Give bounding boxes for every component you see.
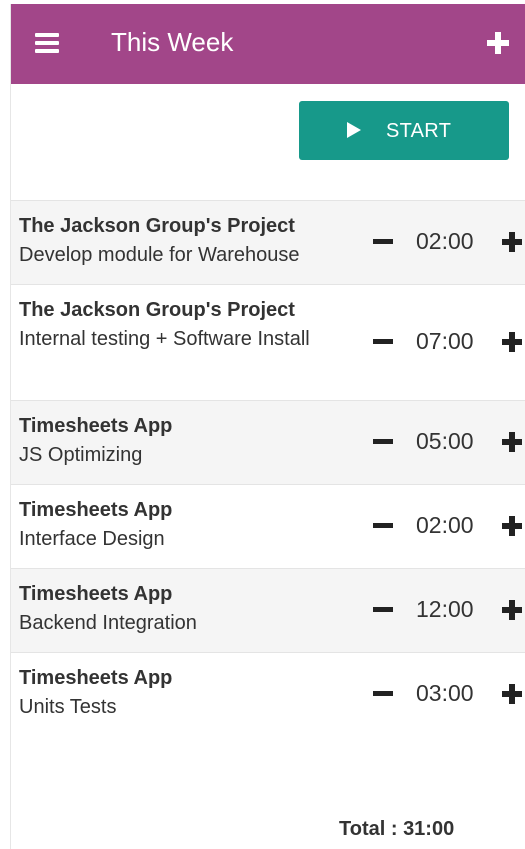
row-text: Timesheets App Units Tests (19, 665, 359, 724)
app-frame: This Week START The Jackson Group's Proj… (10, 4, 525, 849)
task-name: Backend Integration (19, 612, 197, 634)
timesheet-row[interactable]: Timesheets App JS Optimizing 05:00 (11, 401, 525, 485)
timesheet-list: The Jackson Group's Project Develop modu… (11, 200, 525, 737)
task-name: Internal testing + Software Install (19, 328, 310, 350)
project-name: The Jackson Group's Project (19, 215, 295, 237)
increment-hours-icon[interactable] (502, 332, 522, 352)
hours-value: 07:00 (416, 328, 474, 354)
add-entry-icon[interactable] (487, 32, 509, 54)
project-name: Timesheets App (19, 499, 173, 521)
decrement-hours-icon[interactable] (373, 439, 393, 444)
hours-value: 02:00 (416, 228, 474, 254)
increment-hours-icon[interactable] (502, 516, 522, 536)
decrement-hours-icon[interactable] (373, 691, 393, 696)
increment-hours-icon[interactable] (502, 600, 522, 620)
task-name: Interface Design (19, 528, 165, 550)
app-header: This Week (11, 4, 525, 84)
timesheet-row[interactable]: Timesheets App Interface Design 02:00 (11, 485, 525, 569)
start-timer-button[interactable]: START (299, 101, 509, 160)
start-button-label: START (386, 120, 452, 142)
project-name: The Jackson Group's Project (19, 299, 295, 321)
task-name: JS Optimizing (19, 444, 143, 466)
task-name: Develop module for Warehouse (19, 244, 300, 266)
timesheet-row[interactable]: Timesheets App Backend Integration 12:00 (11, 569, 525, 653)
play-icon (347, 122, 361, 138)
page-title: This Week (111, 27, 234, 57)
row-text: The Jackson Group's Project Develop modu… (19, 213, 359, 272)
hours-value: 05:00 (416, 428, 474, 454)
hours-value: 02:00 (416, 512, 474, 538)
hamburger-menu-icon[interactable] (35, 31, 59, 53)
row-text: Timesheets App Backend Integration (19, 581, 359, 640)
project-name: Timesheets App (19, 667, 173, 689)
total-hours: Total : 31:00 (339, 818, 455, 840)
row-text: Timesheets App Interface Design (19, 497, 359, 556)
decrement-hours-icon[interactable] (373, 607, 393, 612)
increment-hours-icon[interactable] (502, 232, 522, 252)
increment-hours-icon[interactable] (502, 684, 522, 704)
timesheet-row[interactable]: The Jackson Group's Project Develop modu… (11, 201, 525, 285)
increment-hours-icon[interactable] (502, 432, 522, 452)
task-name: Units Tests (19, 696, 117, 718)
project-name: Timesheets App (19, 415, 173, 437)
decrement-hours-icon[interactable] (373, 339, 393, 344)
decrement-hours-icon[interactable] (373, 523, 393, 528)
row-text: The Jackson Group's Project Internal tes… (19, 297, 319, 356)
timesheet-row[interactable]: The Jackson Group's Project Internal tes… (11, 285, 525, 401)
decrement-hours-icon[interactable] (373, 239, 393, 244)
hours-value: 12:00 (416, 596, 474, 622)
timesheet-row[interactable]: Timesheets App Units Tests 03:00 (11, 653, 525, 737)
hours-value: 03:00 (416, 680, 474, 706)
project-name: Timesheets App (19, 583, 173, 605)
row-text: Timesheets App JS Optimizing (19, 413, 359, 472)
